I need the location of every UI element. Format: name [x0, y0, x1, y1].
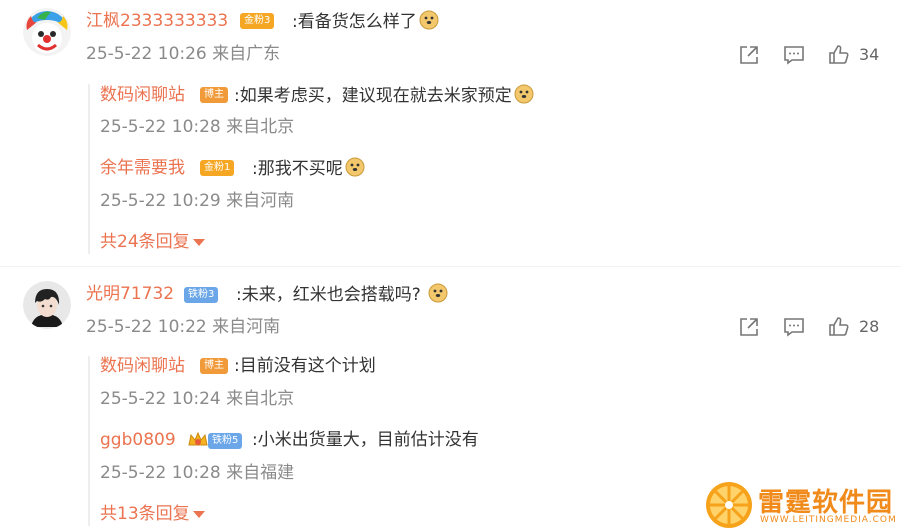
host-badge: 博主 — [200, 87, 228, 103]
reply-meta: 25-5-22 10:24 来自北京 — [100, 389, 295, 409]
caret-down-icon — [192, 510, 205, 518]
fan-badge: 金粉1 — [200, 160, 235, 176]
comment-icon[interactable] — [782, 43, 806, 67]
more-replies-link[interactable]: 共24条回复 — [100, 231, 205, 253]
reply-meta: 25-5-22 10:28 来自北京 — [100, 117, 295, 137]
more-replies-link[interactable]: 共13条回复 — [100, 503, 205, 525]
doge-emoji-icon — [514, 84, 534, 104]
reply-thread-line — [88, 356, 90, 526]
reply-username[interactable]: 数码闲聊站 — [100, 355, 185, 377]
like-count: 28 — [859, 317, 880, 336]
clown-avatar-icon — [23, 8, 71, 56]
like-icon[interactable] — [827, 43, 851, 67]
reply-text: :目前没有这个计划 — [234, 356, 376, 376]
avatar[interactable] — [23, 281, 71, 329]
caret-down-icon — [192, 238, 205, 246]
reply-text: :那我不买呢 — [252, 157, 365, 180]
comment-meta: 25-5-22 10:22 来自河南 — [86, 317, 281, 337]
reply-text: :小米出货量大，目前估计没有 — [252, 430, 479, 450]
like-icon[interactable] — [827, 315, 851, 339]
divider — [0, 266, 901, 267]
reply-thread-line — [88, 84, 90, 254]
reply-text: :如果考虑买，建议现在就去米家预定 — [234, 84, 534, 107]
reply-username[interactable]: ggb0809 — [100, 429, 176, 451]
reply-username[interactable]: 数码闲聊站 — [100, 84, 185, 106]
crown-icon — [187, 429, 209, 451]
watermark-name: 雷霆软件园 — [758, 488, 894, 518]
fan-badge: 金粉3 — [240, 13, 275, 29]
reply-meta: 25-5-22 10:28 来自福建 — [100, 463, 295, 483]
comment-username[interactable]: 江枫2333333333 — [86, 10, 228, 32]
doge-emoji-icon — [428, 283, 448, 303]
comment-meta: 25-5-22 10:26 来自广东 — [86, 44, 281, 64]
avatar[interactable] — [23, 8, 71, 56]
doge-emoji-icon — [345, 157, 365, 177]
reply-username[interactable]: 余年需要我 — [100, 157, 185, 179]
watermark: 雷霆软件园 WWW.LEITINGMEDIA.COM — [704, 478, 901, 531]
comment-username[interactable]: 光明71732 — [86, 283, 174, 305]
like-count: 34 — [859, 45, 880, 64]
comment-text: :未来，红米也会搭载吗? — [236, 283, 448, 306]
share-icon[interactable] — [737, 315, 761, 339]
reply-meta: 25-5-22 10:29 来自河南 — [100, 191, 295, 211]
fan-badge: 铁粉5 — [208, 433, 243, 449]
share-icon[interactable] — [737, 43, 761, 67]
watermark-url: WWW.LEITINGMEDIA.COM — [760, 515, 897, 525]
anime-boy-avatar-icon — [23, 281, 71, 329]
doge-emoji-icon — [419, 10, 439, 30]
comment-icon[interactable] — [782, 315, 806, 339]
host-badge: 博主 — [200, 358, 228, 374]
fan-badge: 铁粉3 — [184, 287, 219, 303]
orange-slice-logo-icon — [706, 482, 752, 528]
comment-text: :看备货怎么样了 — [292, 10, 439, 33]
